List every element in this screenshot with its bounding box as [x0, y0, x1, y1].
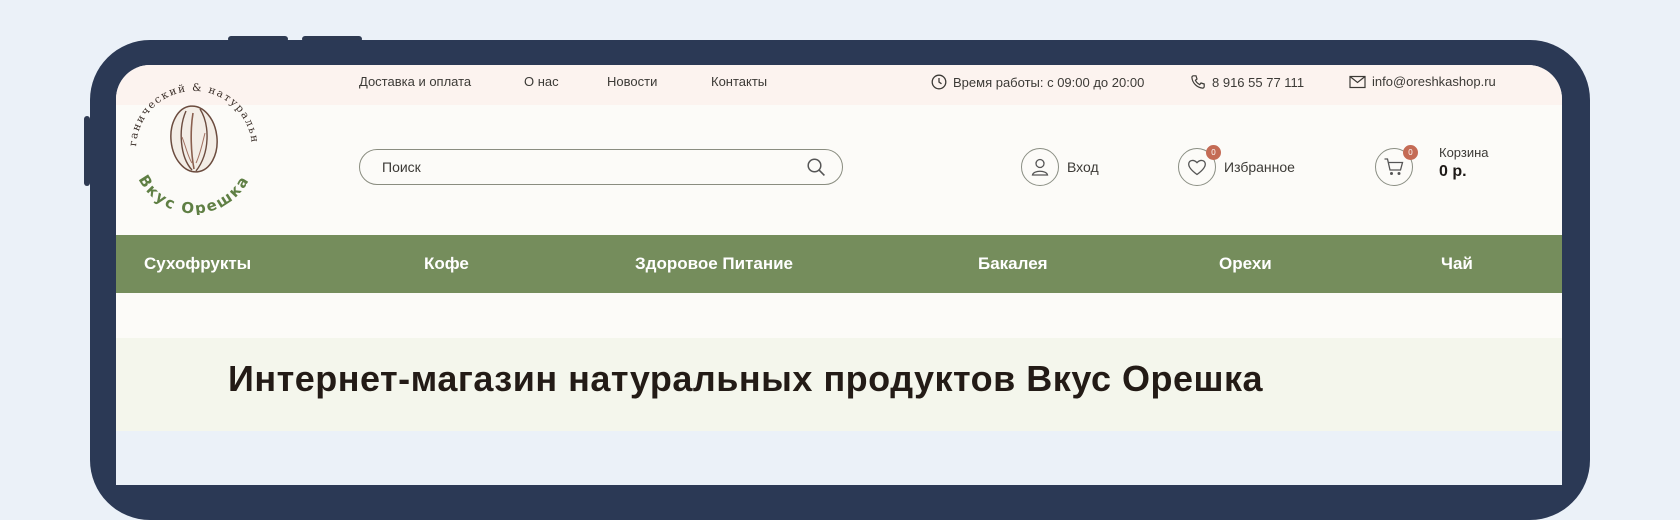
link-delivery[interactable]: Доставка и оплата	[359, 74, 471, 89]
favorites-button[interactable]: 0 Избранное	[1178, 145, 1295, 186]
page-title: Интернет-магазин натуральных продуктов В…	[228, 358, 1264, 399]
svg-text:Вкус Орешка: Вкус Орешка	[135, 172, 253, 215]
favorites-label[interactable]: Избранное	[1224, 159, 1295, 175]
mail-icon	[1349, 75, 1366, 88]
pistachio-icon	[170, 105, 218, 173]
category-nav: Сухофрукты Кофе Здоровое Питание Бакалея…	[116, 235, 1562, 293]
clock-icon	[931, 74, 947, 90]
email[interactable]: info@oreshkashop.ru	[1349, 74, 1496, 89]
nav-item-dried-fruits[interactable]: Сухофрукты	[144, 254, 251, 274]
nav-item-coffee[interactable]: Кофе	[424, 254, 469, 274]
login-label[interactable]: Вход	[1067, 159, 1099, 175]
cart-count-badge: 0	[1403, 145, 1418, 160]
heart-icon: 0	[1178, 145, 1221, 186]
nav-item-healthy-food[interactable]: Здоровое Питание	[635, 254, 793, 274]
cart-summary[interactable]: Корзина 0 р.	[1439, 145, 1489, 181]
nav-item-nuts[interactable]: Орехи	[1219, 254, 1272, 274]
link-contacts[interactable]: Контакты	[711, 74, 767, 89]
search-icon[interactable]	[806, 157, 826, 177]
phone-text[interactable]: 8 916 55 77 111	[1212, 75, 1304, 90]
favorites-count-badge: 0	[1206, 145, 1221, 160]
search-bar[interactable]	[359, 149, 843, 185]
phone[interactable]: 8 916 55 77 111	[1190, 74, 1304, 90]
email-text[interactable]: info@oreshkashop.ru	[1372, 74, 1496, 89]
brand-logo[interactable]: органический & натуральный Вкус Орешка	[120, 67, 268, 215]
nav-item-grocery[interactable]: Бакалея	[978, 254, 1048, 274]
working-hours: Время работы: с 09:00 до 20:00	[931, 74, 1144, 90]
login-button[interactable]: Вход	[1021, 148, 1099, 186]
top-bar: Доставка и оплата О нас Новости Контакты…	[116, 65, 1562, 105]
spacer-strip	[116, 293, 1562, 338]
nav-item-tea[interactable]: Чай	[1441, 254, 1473, 274]
link-news[interactable]: Новости	[607, 74, 657, 89]
phone-icon	[1191, 75, 1205, 89]
content-area	[116, 431, 1562, 485]
search-input[interactable]	[380, 158, 806, 176]
link-about[interactable]: О нас	[524, 74, 559, 89]
cart-total: 0 р.	[1439, 163, 1467, 180]
working-hours-text: Время работы: с 09:00 до 20:00	[953, 74, 1145, 90]
cart-button[interactable]: 0 Корзина 0 р.	[1375, 140, 1489, 186]
website-screen: Доставка и оплата О нас Новости Контакты…	[116, 65, 1562, 485]
logo-brand-name: Вкус Орешка	[135, 172, 251, 215]
cart-icon: 0	[1375, 145, 1418, 186]
cart-label[interactable]: Корзина	[1439, 145, 1489, 160]
user-icon	[1021, 148, 1059, 186]
